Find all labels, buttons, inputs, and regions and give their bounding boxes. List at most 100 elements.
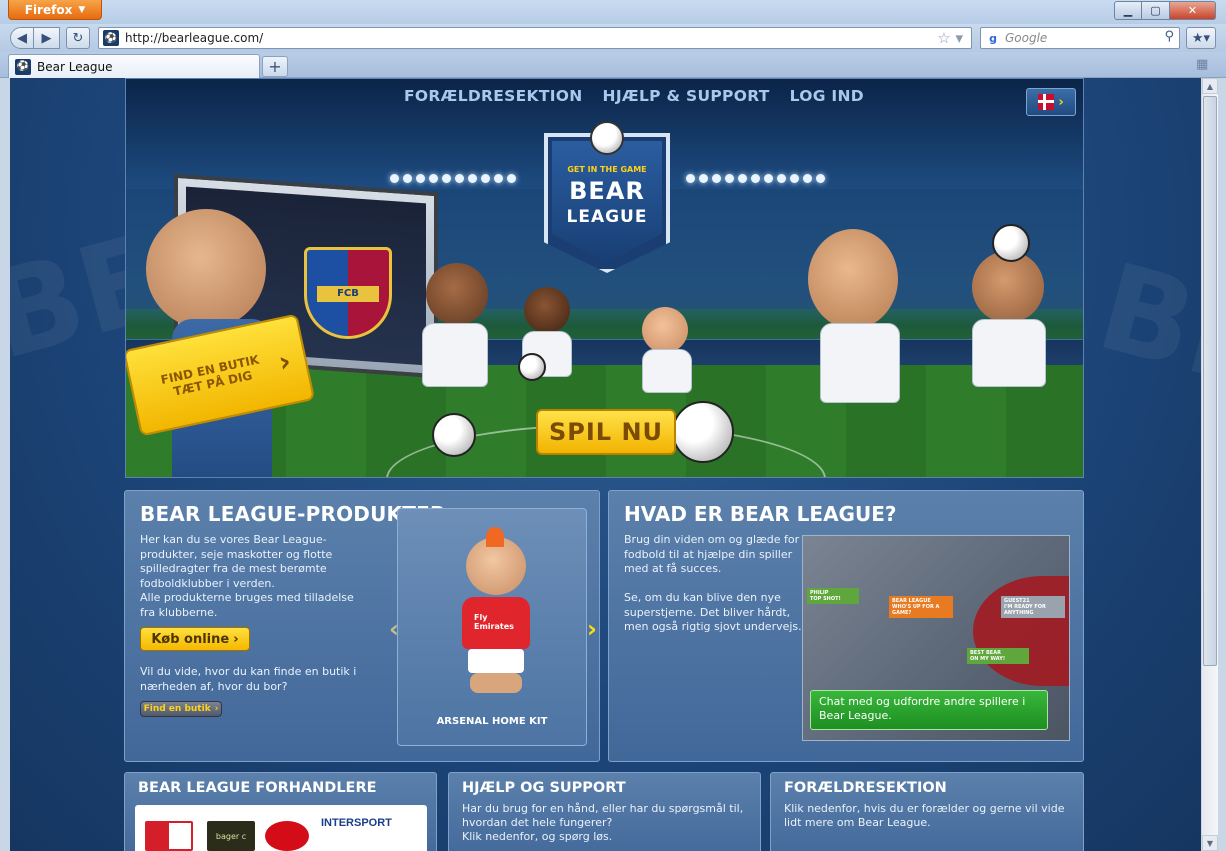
reload-button[interactable]: ↻: [66, 27, 90, 49]
stadium-lights-right: [686, 174, 825, 188]
what-is-paragraph-2: Se, om du kan blive den nye superstjerne…: [624, 591, 802, 633]
reload-icon: ↻: [72, 30, 84, 46]
nav-parents-link[interactable]: FORÆLDRESEKTION: [404, 87, 583, 105]
url-text: http://bearleague.com/: [125, 31, 264, 45]
crest-text: FCB: [317, 286, 379, 302]
parents-text: Klik nedenfor, hvis du er forælder og ge…: [784, 802, 1065, 829]
help-title: HJÆLP OG SUPPORT: [462, 780, 626, 796]
chevron-right-icon: ›: [1058, 94, 1064, 110]
player-bear-blonde: [808, 229, 898, 329]
nav-help-link[interactable]: HJÆLP & SUPPORT: [603, 87, 770, 105]
bookmarks-icon: ★▾: [1191, 30, 1211, 46]
intersport-logo[interactable]: INTERSPORT: [321, 817, 411, 831]
soccer-ball-icon: [590, 121, 624, 155]
search-icon[interactable]: ⚲: [1164, 29, 1174, 44]
tab-title: Bear League: [37, 59, 113, 74]
logo-word-bear: BEAR: [569, 177, 645, 205]
player-bear-1: [426, 263, 488, 325]
language-selector[interactable]: ›: [1026, 88, 1076, 116]
carousel-next-arrow-icon[interactable]: ›: [587, 615, 597, 643]
new-tab-button[interactable]: +: [262, 56, 288, 77]
scroll-up-arrow-icon[interactable]: ▲: [1202, 78, 1218, 94]
player-1-shirt: [422, 323, 488, 387]
navigation-toolbar: ◀ ▶ ↻ ⚽ http://bearleague.com/ ☆ ▾ g Goo…: [0, 24, 1226, 52]
bager-logo[interactable]: bager c: [207, 821, 255, 851]
player-bear-2: [524, 287, 570, 333]
bear-league-logo[interactable]: GET IN THE GAME BEAR LEAGUE: [544, 121, 670, 275]
coach-bear-character: [146, 209, 266, 329]
chat-bubble: BEAR LEAGUE WHO'S UP FOR A GAME?: [889, 596, 953, 618]
bookmarks-button[interactable]: ★▾: [1186, 27, 1216, 49]
tab-bar: ⚽ Bear League + ▦: [0, 52, 1226, 78]
what-is-title: HVAD ER BEAR LEAGUE?: [624, 502, 897, 526]
google-icon: g: [989, 31, 997, 45]
find-store-small-button[interactable]: Find en butik ›: [140, 701, 222, 717]
buy-online-label: Køb online: [151, 631, 230, 647]
hero-banner: FORÆLDRESEKTION HJÆLP & SUPPORT LOG IND …: [125, 78, 1084, 478]
tab-favicon-icon: ⚽: [15, 58, 31, 75]
url-bar[interactable]: ⚽ http://bearleague.com/ ☆ ▾: [98, 27, 972, 49]
chevron-down-icon: ▼: [78, 4, 86, 15]
what-is-paragraph-1: Brug din viden om og glæde for fodbold t…: [624, 533, 800, 575]
find-store-label: FIND EN BUTIK TÆT PÅ DIG: [159, 352, 261, 399]
site-favicon-icon: ⚽: [103, 30, 119, 46]
chat-callout: Chat med og udfordre andre spillere i Be…: [810, 690, 1048, 730]
firefox-menu-button[interactable]: Firefox ▼: [8, 0, 102, 20]
dealers-panel: BEAR LEAGUE FORHANDLERE bager c INTERSPO…: [124, 772, 437, 851]
bookmark-star-icon[interactable]: ☆ ▾: [937, 29, 963, 47]
firefox-menu-label: Firefox: [24, 2, 73, 17]
products-panel: BEAR LEAGUE-PRODUKTER Her kan du se vore…: [124, 490, 600, 762]
arsenal-bear-image: Fly Emirates: [456, 527, 536, 697]
dealer-logo-1[interactable]: [145, 821, 193, 851]
top-navigation: FORÆLDRESEKTION HJÆLP & SUPPORT LOG IND: [404, 87, 864, 105]
chevron-right-icon: ›: [233, 631, 239, 647]
fcb-crest-icon: FCB: [304, 247, 392, 339]
tab-bear-league[interactable]: ⚽ Bear League: [8, 54, 260, 78]
search-input[interactable]: g Google ⚲: [980, 27, 1180, 49]
chat-bubble: GUEST21 I'M READY FOR ANYTHING: [1001, 596, 1065, 618]
page-scrollbar[interactable]: ▲ ▼: [1201, 78, 1218, 851]
products-description: Her kan du se vores Bear League-produkte…: [140, 533, 354, 619]
chat-bubble: BEST BEAR ON MY WAY!: [967, 648, 1029, 664]
danish-flag-icon: [1038, 94, 1055, 110]
tab-groups-icon[interactable]: ▦: [1196, 57, 1214, 73]
scrollbar-thumb[interactable]: [1203, 96, 1217, 666]
nav-login-link[interactable]: LOG IND: [790, 87, 864, 105]
forward-arrow-icon: ▶: [41, 30, 52, 46]
forward-button[interactable]: ▶: [34, 27, 60, 49]
soccer-ball-icon: [672, 401, 734, 463]
play-now-button[interactable]: SPIL NU: [536, 409, 676, 455]
help-panel: HJÆLP OG SUPPORT Har du brug for en hånd…: [448, 772, 761, 851]
search-placeholder: Google: [1005, 31, 1048, 45]
scroll-down-arrow-icon[interactable]: ▼: [1202, 835, 1218, 851]
player-3-shirt: [642, 349, 692, 393]
close-window-button[interactable]: ✕: [1170, 1, 1216, 20]
store-question: Vil du vide, hvor du kan finde en butik …: [140, 665, 357, 693]
dealer-logo-3[interactable]: [265, 821, 309, 851]
player-4-shirt: [820, 323, 900, 403]
window-controls: ▁ ▢ ✕: [1114, 1, 1216, 20]
shirt-sponsor-text: Fly Emirates: [474, 613, 514, 631]
help-text: Har du brug for en hånd, eller har du sp…: [462, 802, 744, 843]
chat-bubble: PHILIP TOP SHOT!: [807, 588, 859, 604]
player-5-shirt: [972, 319, 1046, 387]
back-button[interactable]: ◀: [10, 27, 34, 49]
window-border-right: [1218, 78, 1226, 851]
dealer-logos: bager c INTERSPORT: [135, 805, 427, 851]
background-watermark-right: BE: [1084, 237, 1201, 418]
dealers-title: BEAR LEAGUE FORHANDLERE: [138, 780, 377, 796]
logo-tagline: GET IN THE GAME: [567, 165, 647, 174]
logo-word-league: LEAGUE: [566, 207, 648, 227]
stadium-lights-left: [390, 174, 516, 188]
window-border-left: [0, 78, 10, 851]
product-name: ARSENAL HOME KIT: [436, 716, 548, 727]
carousel-prev-arrow-icon[interactable]: ‹: [389, 615, 399, 643]
minimize-button[interactable]: ▁: [1114, 1, 1142, 20]
what-is-panel: HVAD ER BEAR LEAGUE? Brug din viden om o…: [608, 490, 1084, 762]
parents-title: FORÆLDRESEKTION: [784, 780, 947, 796]
chevron-right-icon: ›: [275, 343, 294, 379]
maximize-button[interactable]: ▢: [1142, 1, 1170, 20]
find-store-small-label: Find en butik: [143, 704, 211, 714]
buy-online-button[interactable]: Køb online ›: [140, 627, 250, 651]
game-screenshot: PHILIP TOP SHOT! BEAR LEAGUE WHO'S UP FO…: [802, 535, 1070, 741]
